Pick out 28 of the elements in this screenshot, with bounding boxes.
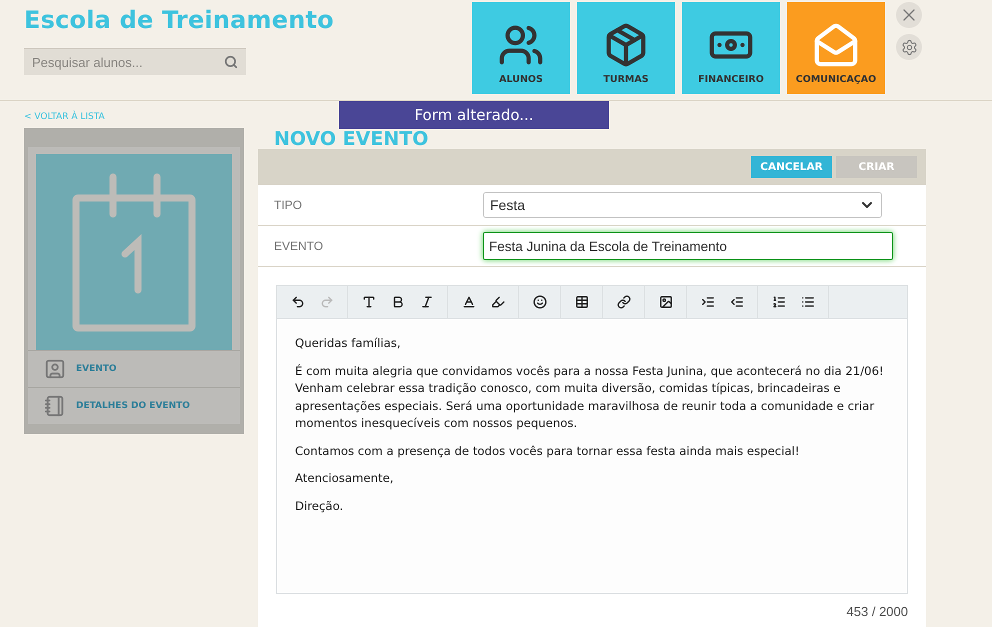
search-box[interactable]: Pesquisar alunos...: [24, 48, 246, 75]
field-label: EVENTO: [273, 239, 324, 253]
nav-tile[interactable]: FINANCEIRO: [682, 2, 780, 94]
gear-icon: [900, 38, 918, 56]
type-select[interactable]: Festa: [483, 192, 882, 218]
message-paragraph: É com muita alegria que convidamos vocês para a nossa Festa Junina, que acontecerá no dia 21/06! Venham celebrar essa tradição conosco, com muita diversão, comidas típicas, brincadeiras e apresentações especiais. Será uma oportunidade maravilhosa de reunir toda a comunidade e criar momentos inesquecíveis com nossos pequenos.: [295, 362, 885, 432]
message-paragraph: Atenciosamente,: [295, 470, 395, 487]
notebook-icon: [44, 395, 66, 417]
notification-toast: Form alterado...: [339, 101, 609, 129]
message-paragraph: Queridas famílias,: [295, 335, 402, 352]
character-counter: 453 / 2000: [846, 604, 908, 619]
message-paragraph: Direção.: [295, 498, 344, 514]
app-title: Escola de Treinamento: [24, 6, 335, 34]
search-icon: [224, 55, 238, 69]
text-editor[interactable]: [276, 285, 908, 594]
nav-tile[interactable]: COMUNICAÇAO: [787, 2, 885, 94]
nav-tile[interactable]: TURMAS: [577, 2, 675, 94]
search-field[interactable]: Pesquisar alunos...: [32, 54, 224, 70]
nav-tile[interactable]: ALUNOS: [472, 2, 570, 94]
event-name-field[interactable]: Festa Junina da Escola de Treinamento: [483, 232, 893, 260]
page-title: NOVO EVENTO: [274, 130, 428, 149]
field-label: TIPO: [273, 198, 304, 212]
envelope-icon: [813, 22, 859, 68]
settings-button[interactable]: [896, 34, 922, 60]
message-paragraph: Contamos com a presença de todos vocês para tornar essa festa ainda mais especial!: [295, 442, 801, 460]
calendar-icon: [72, 172, 196, 332]
id-card-icon: [44, 358, 66, 380]
close-button[interactable]: [896, 2, 922, 28]
